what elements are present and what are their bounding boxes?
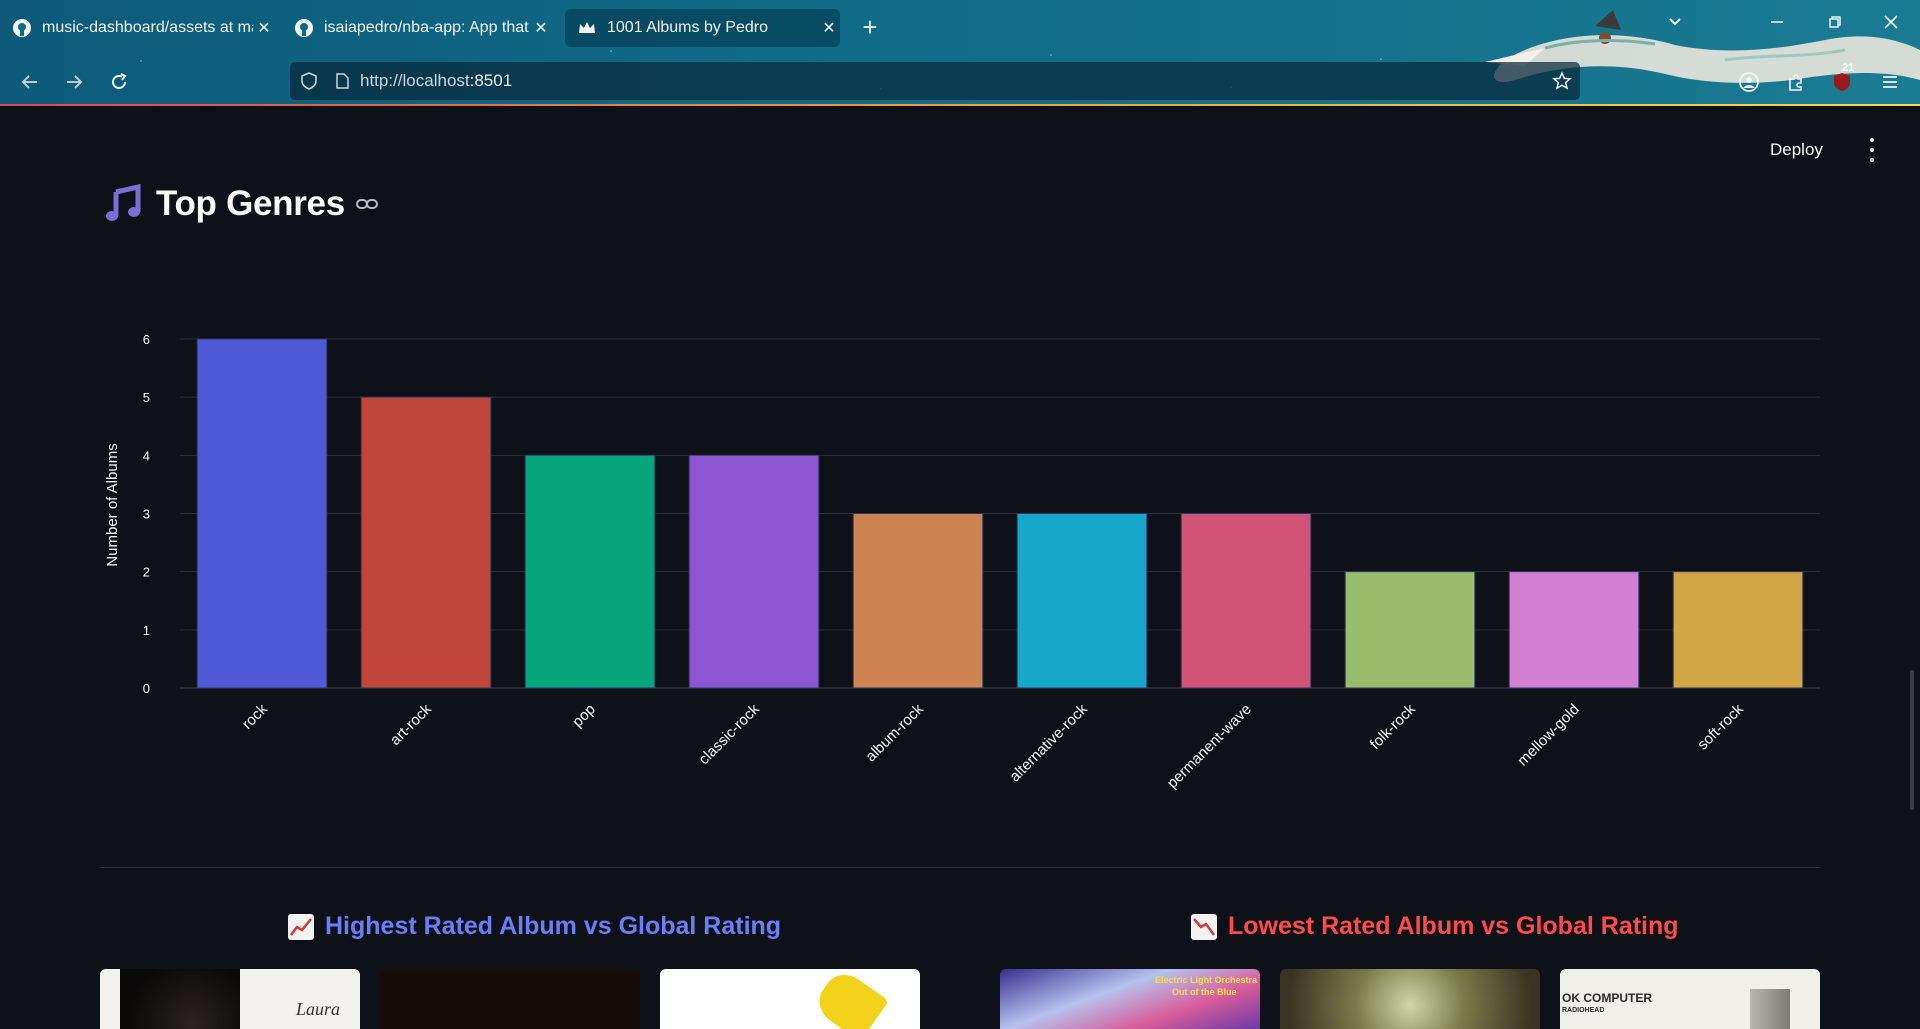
tab-strip: music-dashboard/assets at main ✕ isaiape… (0, 0, 1920, 56)
chart-increasing-icon (288, 913, 314, 940)
highest-rated-header: Highest Rated Album vs Global Rating (287, 912, 781, 941)
page-title: Top Genres (156, 184, 345, 223)
bookmark-star-icon[interactable] (1552, 71, 1572, 91)
album-cover-highest-1[interactable]: Laura (100, 969, 360, 1029)
tab-label: isaiapedro/nba-app: App that sh (324, 19, 530, 36)
page-info-icon[interactable] (334, 72, 350, 90)
chart-y-ticks: 0 1 2 3 4 5 6 (143, 332, 150, 696)
chart-bar-folk-rock[interactable] (1344, 571, 1476, 689)
highest-rated-title: Highest Rated Album vs Global Rating (325, 912, 782, 940)
close-tab-icon[interactable]: ✕ (253, 18, 275, 38)
url-host: http://localhost (360, 71, 470, 90)
chart-x-tick-label: folk-rock (1367, 700, 1419, 752)
minimize-icon[interactable] (1762, 14, 1792, 35)
chart-x-tick-label: alternative-rock (1006, 700, 1091, 785)
section-divider (100, 867, 1820, 868)
chart-bar-art-rock[interactable] (360, 396, 492, 689)
address-bar[interactable]: http://localhost:8501 (290, 62, 1580, 100)
chart-y-tick-label: 1 (143, 623, 150, 638)
anchor-link-icon[interactable] (355, 194, 379, 214)
tab-label: 1001 Albums by Pedro (607, 19, 768, 36)
chart-bar-pop[interactable] (524, 454, 656, 689)
chart-x-tick-label: soft-rock (1694, 700, 1747, 753)
navigation-toolbar: http://localhost:8501 21 (0, 56, 1920, 106)
deploy-button[interactable]: Deploy (1770, 140, 1823, 160)
url-port: :8501 (469, 71, 513, 90)
album-cover-highest-2[interactable] (380, 969, 640, 1029)
reload-icon[interactable] (105, 68, 133, 96)
extensions-puzzle-icon[interactable] (1782, 68, 1810, 96)
scrollbar[interactable] (1910, 670, 1914, 810)
chart-bar-classic-rock[interactable] (688, 454, 820, 689)
tab-label: music-dashboard/assets at main (42, 19, 253, 36)
chart-decreasing-icon (1191, 913, 1217, 940)
close-tab-icon[interactable]: ✕ (530, 18, 552, 38)
url-text[interactable]: http://localhost:8501 (360, 71, 512, 91)
close-window-icon[interactable] (1876, 14, 1906, 35)
tab-nba-app[interactable]: isaiapedro/nba-app: App that sh ✕ (282, 9, 552, 47)
list-tabs-chevron-icon[interactable] (1660, 14, 1690, 35)
chart-y-tick-label: 0 (143, 681, 150, 696)
main-menu-icon[interactable] (1862, 138, 1882, 162)
album-cover-text: OK COMPUTER (1562, 991, 1652, 1005)
album-cover-lowest-3[interactable]: OK COMPUTER RADIOHEAD (1560, 969, 1820, 1029)
chart-x-tick-label: pop (569, 701, 599, 731)
extension-badge: 21 (1842, 62, 1855, 74)
chart-bar-permanent-wave[interactable] (1180, 513, 1312, 689)
chart-x-ticks: rock art-rock pop classic-rock album-rock alt… (239, 700, 1747, 791)
account-icon[interactable] (1735, 68, 1763, 96)
chart-x-tick-label: rock (239, 700, 271, 732)
album-cover-text: RADIOHEAD (1562, 1007, 1605, 1014)
lowest-rated-title: Lowest Rated Album vs Global Rating (1228, 912, 1679, 940)
chart-y-tick-label: 4 (143, 448, 150, 463)
close-tab-icon[interactable]: ✕ (818, 18, 840, 38)
forward-arrow-icon[interactable] (60, 68, 88, 96)
back-arrow-icon[interactable] (16, 68, 44, 96)
restore-icon[interactable] (1820, 14, 1850, 35)
album-cover-text: Laura (295, 999, 340, 1019)
top-genres-bar-chart: 0 1 2 3 4 5 6 rock art-rock pop classic-rock album… (104, 332, 1820, 792)
tab-1001-albums[interactable]: 1001 Albums by Pedro ✕ (565, 9, 840, 47)
chart-x-tick-label: album-rock (862, 700, 927, 765)
album-cover-text: Out of the Blue (1172, 987, 1237, 997)
browser-chrome: music-dashboard/assets at main ✕ isaiape… (0, 0, 1920, 106)
lowest-rated-header: Lowest Rated Album vs Global Rating (1190, 912, 1679, 941)
chart-bar-mellow-gold[interactable] (1508, 571, 1640, 689)
album-cover-highest-3[interactable] (660, 969, 920, 1029)
menu-icon[interactable] (1876, 68, 1904, 96)
album-cover-lowest-1[interactable]: Electric Light Orchestra Out of the Blue (1000, 969, 1260, 1029)
github-icon (294, 18, 314, 38)
toolbar-accent-line (0, 104, 1920, 106)
chart-bar-alternative-rock[interactable] (1016, 513, 1148, 689)
section-header: Top Genres (104, 184, 379, 224)
tab-music-dashboard[interactable]: music-dashboard/assets at main ✕ (0, 9, 275, 47)
chart-x-tick-label: classic-rock (695, 700, 763, 768)
github-icon (12, 18, 32, 38)
album-cover-text: Electric Light Orchestra (1155, 975, 1258, 985)
musical-notes-icon (106, 184, 141, 221)
chart-bar-rock[interactable] (196, 338, 328, 689)
new-tab-button[interactable]: + (858, 14, 882, 40)
chart-y-tick-label: 3 (143, 507, 150, 522)
album-cover-lowest-2[interactable] (1280, 969, 1540, 1029)
chart-x-tick-label: art-rock (387, 700, 435, 748)
streamlit-crown-icon (577, 18, 597, 38)
chart-bar-soft-rock[interactable] (1672, 571, 1804, 689)
ublock-extension-icon[interactable]: 21 (1828, 62, 1856, 96)
chart-x-tick-label: permanent-wave (1164, 701, 1255, 792)
chart-y-tick-label: 6 (143, 332, 150, 347)
shield-icon[interactable] (300, 71, 318, 91)
chart-y-tick-label: 2 (143, 565, 150, 580)
chart-bar-album-rock[interactable] (852, 513, 984, 689)
chart-y-axis-label: Number of Albums (104, 443, 121, 566)
chart-y-tick-label: 5 (143, 390, 150, 405)
chart-x-tick-label: mellow-gold (1514, 701, 1583, 770)
